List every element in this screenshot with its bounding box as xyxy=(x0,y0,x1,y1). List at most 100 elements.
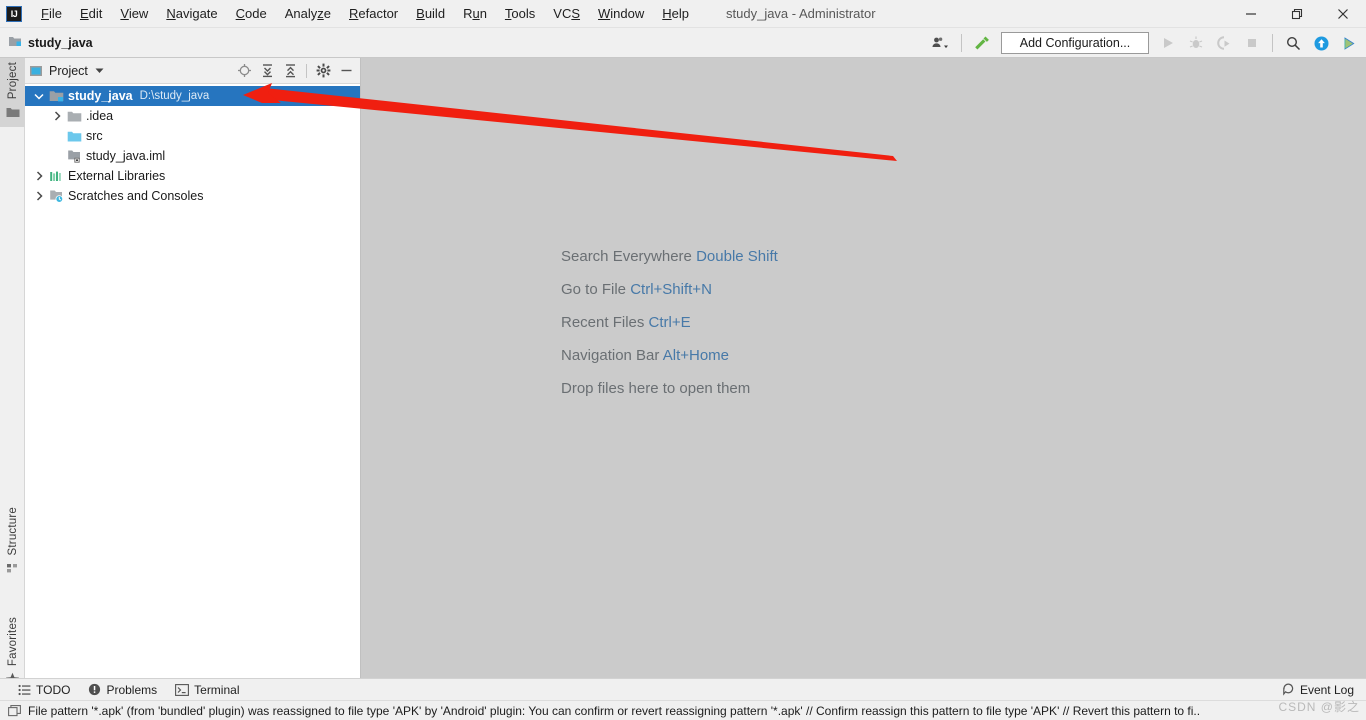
project-tool-window: Project study_java D:\study_java .idea s… xyxy=(25,58,361,678)
bottom-item-terminal[interactable]: Terminal xyxy=(175,682,240,697)
editor-empty-area[interactable]: Search Everywhere Double Shift Go to File… xyxy=(361,58,1366,678)
tree-row[interactable]: External Libraries xyxy=(25,166,360,186)
bottom-item-problems[interactable]: Problems xyxy=(88,683,157,697)
debug-icon[interactable] xyxy=(1183,31,1209,55)
menu-item-navigate[interactable]: Navigate xyxy=(157,3,226,24)
bottom-item-problems-label: Problems xyxy=(106,682,158,697)
editor-hint-shortcut: Ctrl+E xyxy=(648,314,691,331)
run-icon[interactable] xyxy=(1155,31,1181,55)
status-message: File pattern '*.apk' (from 'bundled' plu… xyxy=(28,703,1201,718)
tree-row[interactable]: src xyxy=(25,126,360,146)
settings-gear-icon[interactable] xyxy=(313,61,333,81)
project-root-icon xyxy=(47,89,65,103)
editor-hint-shortcut: Alt+Home xyxy=(662,347,730,364)
editor-hint-action: Go to File xyxy=(561,281,627,298)
event-log-icon xyxy=(1282,683,1295,696)
folder-source-icon xyxy=(65,130,83,143)
project-folder-icon xyxy=(6,105,20,123)
panel-action-separator xyxy=(306,63,307,78)
structure-icon xyxy=(6,561,19,579)
menu-item-edit[interactable]: Edit xyxy=(71,3,111,24)
chevron-right-icon[interactable] xyxy=(31,191,47,201)
run-configuration-selector[interactable]: Add Configuration... xyxy=(1001,32,1149,54)
editor-hint-shortcut: Double Shift xyxy=(696,248,778,265)
menu-item-vcs[interactable]: VCS xyxy=(544,3,589,24)
bottom-item-todo-label: TODO xyxy=(36,682,71,697)
editor-hint: Recent Files Ctrl+E xyxy=(561,314,778,331)
breadcrumb[interactable]: study_java xyxy=(8,34,93,51)
stop-icon[interactable] xyxy=(1239,31,1265,55)
window-title: study_java - Administrator xyxy=(726,6,876,21)
menu-item-window[interactable]: Window xyxy=(589,3,653,24)
tree-row[interactable]: study_java.iml xyxy=(25,146,360,166)
sidebar-item-project[interactable]: Project xyxy=(0,58,25,128)
menu-item-tools[interactable]: Tools xyxy=(496,3,544,24)
chevron-down-icon[interactable] xyxy=(95,67,104,74)
status-bar: File pattern '*.apk' (from 'bundled' plu… xyxy=(0,700,1366,720)
window-controls xyxy=(1228,0,1366,28)
editor-hint: Navigation Bar Alt+Home xyxy=(561,347,778,364)
collapse-all-icon[interactable] xyxy=(280,61,300,81)
minimize-button[interactable] xyxy=(1228,0,1274,28)
locate-in-tree-icon[interactable] xyxy=(234,61,254,81)
project-panel-header: Project xyxy=(25,58,360,84)
tree-row-label: External Libraries xyxy=(68,169,166,183)
chevron-right-icon[interactable] xyxy=(49,111,65,121)
navigation-toolbar: study_java Add Configuration... xyxy=(0,28,1366,58)
hide-panel-icon[interactable] xyxy=(336,61,356,81)
expand-all-icon[interactable] xyxy=(257,61,277,81)
sidebar-item-structure[interactable]: Structure xyxy=(0,503,25,583)
event-log-button[interactable]: Event Log xyxy=(1282,683,1354,697)
restore-button[interactable] xyxy=(1274,0,1320,28)
project-panel-actions xyxy=(234,61,356,81)
chevron-right-icon[interactable] xyxy=(31,171,47,181)
breadcrumb-label: study_java xyxy=(28,35,93,50)
editor-hint-shortcut: Ctrl+Shift+N xyxy=(630,281,712,298)
editor-hint: Drop files here to open them xyxy=(561,380,778,397)
scratches-icon xyxy=(47,189,65,203)
editor-hint-action: Drop files here to open them xyxy=(561,380,751,397)
menu-items-container: File Edit View Navigate Code Analyze Refactor B… xyxy=(32,3,698,24)
ide-features-trainer-icon[interactable] xyxy=(1336,31,1362,55)
bottom-item-terminal-label: Terminal xyxy=(194,682,240,697)
project-panel-title: Project xyxy=(49,63,88,78)
tree-row[interactable]: Scratches and Consoles xyxy=(25,186,360,206)
bottom-item-todo[interactable]: TODO xyxy=(18,683,70,697)
menu-item-run[interactable]: Run xyxy=(454,3,496,24)
tree-row[interactable]: study_java D:\study_java xyxy=(25,86,360,106)
toolbar-separator xyxy=(961,34,962,52)
sidebar-item-favorites-label: Favorites xyxy=(6,617,19,667)
problems-warning-icon xyxy=(88,683,101,696)
ide-window: IJ File Edit View Navigate Code Analyze Refact… xyxy=(0,0,1366,720)
menu-item-analyze[interactable]: Analyze xyxy=(276,3,340,24)
run-with-coverage-icon[interactable] xyxy=(1211,31,1237,55)
close-button[interactable] xyxy=(1320,0,1366,28)
left-tool-strip: Project Structure Favorites xyxy=(0,58,25,686)
popup-balloon-icon[interactable] xyxy=(8,704,21,717)
app-logo-icon: IJ xyxy=(6,5,22,22)
menu-item-code[interactable]: Code xyxy=(227,3,276,24)
menu-item-build[interactable]: Build xyxy=(407,3,454,24)
project-module-icon xyxy=(8,34,22,51)
editor-hints: Search Everywhere Double Shift Go to File… xyxy=(561,248,778,397)
toolbar-separator-2 xyxy=(1272,34,1273,52)
tree-row[interactable]: .idea xyxy=(25,106,360,126)
user-account-icon[interactable] xyxy=(928,31,954,55)
todo-list-icon xyxy=(18,684,31,696)
tree-row-label: .idea xyxy=(86,109,114,123)
menu-item-refactor[interactable]: Refactor xyxy=(340,3,407,24)
project-tree: study_java D:\study_java .idea src study_jav… xyxy=(25,84,360,206)
tree-row-label: study_java.iml xyxy=(86,149,166,163)
search-icon[interactable] xyxy=(1280,31,1306,55)
update-project-icon[interactable] xyxy=(1308,31,1334,55)
menu-item-view[interactable]: View xyxy=(111,3,157,24)
menu-item-help[interactable]: Help xyxy=(653,3,698,24)
tree-row-path: D:\study_java xyxy=(139,90,210,102)
toolbar-right-group: Add Configuration... xyxy=(928,28,1362,58)
menu-bar: IJ File Edit View Navigate Code Analyze Refact… xyxy=(0,0,1366,28)
build-hammer-icon[interactable] xyxy=(969,31,995,55)
sidebar-item-structure-label: Structure xyxy=(6,507,19,556)
menu-item-file[interactable]: File xyxy=(32,3,71,24)
editor-hint: Go to File Ctrl+Shift+N xyxy=(561,281,778,298)
chevron-down-icon[interactable] xyxy=(31,92,47,101)
